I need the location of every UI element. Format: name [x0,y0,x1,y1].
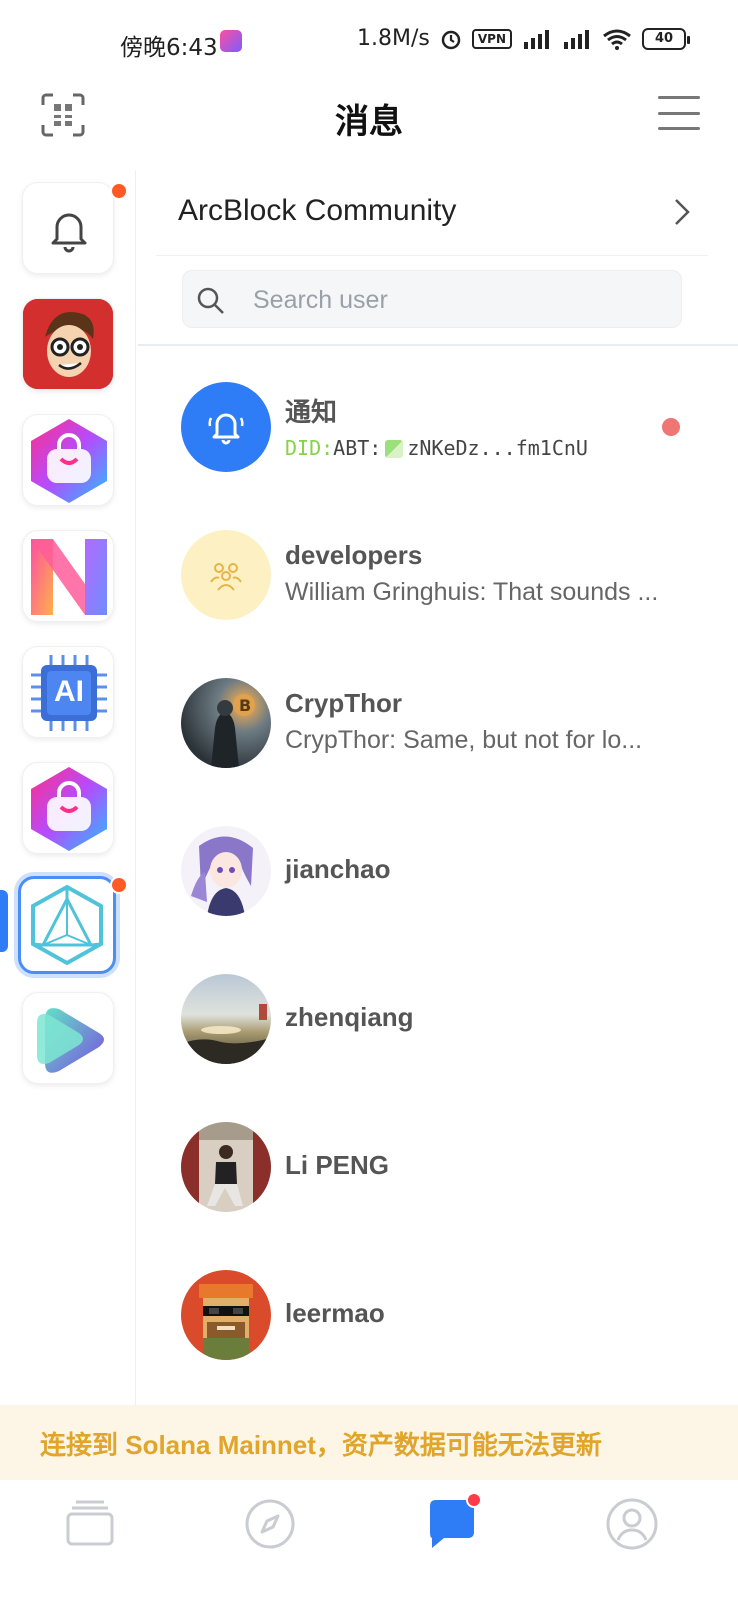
notification-app-icon [220,30,242,52]
group-icon [210,563,242,591]
avatar [181,974,271,1064]
ai-chip-label: AI [54,675,84,708]
chat-item-jianchao[interactable]: jianchao [138,814,738,954]
community-header[interactable]: ArcBlock Community [156,170,708,256]
chat-item-leermao[interactable]: leermao [138,1258,738,1398]
list-divider [138,344,738,346]
chat-name: Li PENG [285,1150,390,1180]
did-address: DID:ABT: zNKeDz...fm1CnU [285,436,695,460]
sidebar-item-cartoon-app[interactable] [22,298,114,390]
avatar [181,826,271,916]
vpn-badge: VPN [471,28,512,49]
chat-name: CrypThor [285,688,402,718]
chat-preview: CrypThor: Same, but not for lo... [285,726,643,754]
sidebar-notification-dot [110,182,128,200]
status-time: 傍晚6:43 [120,35,218,61]
anime-avatar-icon [191,836,253,916]
sidebar-item-shop-app[interactable] [22,414,114,506]
chat-name: jianchao [285,854,391,884]
did-prefix: DID: [285,436,334,460]
status-bar: 傍晚6:43 1.8M/s VPN 40 [0,0,738,84]
wallet-icon [66,1500,114,1546]
chat-name: leermao [285,1298,385,1328]
wifi-icon [603,29,631,50]
did-value: zNKeDz...fm1CnU [407,436,588,460]
avatar [181,1270,271,1360]
bottom-nav [0,1480,738,1600]
bell-icon [51,213,87,253]
search-icon [197,287,224,314]
network-speed: 1.8M/s [357,26,430,51]
chat-item-crypthor[interactable]: B CrypThor CrypThor: Same, but not for l… [138,666,738,806]
active-indicator [0,890,8,952]
person-photo-avatar-icon [181,1122,271,1212]
play-shape-app-icon [37,1008,104,1073]
nav-wallet[interactable] [62,1496,118,1552]
compass-icon [245,1499,295,1549]
svg-text:B: B [239,696,251,715]
avatar [181,530,271,620]
cartoon-avatar-app-icon [23,299,113,389]
arcblock-cube-app-icon [31,884,103,966]
sidebar-item-play-app[interactable] [22,992,114,1084]
alarm-icon [441,30,461,49]
chevron-right-icon [675,199,690,225]
sidebar-item-notifications[interactable] [22,182,114,274]
chat-name: developers [285,540,423,570]
banner-text: 连接到 Solana Mainnet，资产数据可能无法更新 [40,1430,602,1460]
sidebar-item-n-app[interactable] [22,530,114,622]
search-input[interactable] [253,279,663,321]
pixel-avatar-icon [199,1284,253,1360]
nav-profile[interactable] [604,1496,660,1552]
chat-item-li-peng[interactable]: Li PENG [138,1110,738,1250]
signal-icon [524,29,549,49]
chat-name: zhenqiang [285,1002,414,1032]
menu-line [658,111,700,115]
page-title: 消息 [335,103,403,141]
app-header: 消息 [0,84,738,170]
search-box [182,270,682,328]
shopping-bag-app-icon [31,419,107,503]
chat-item-notifications[interactable]: 通知 DID:ABT: zNKeDz...fm1CnU [138,370,738,510]
chat-item-zhenqiang[interactable]: zhenqiang [138,962,738,1102]
chat-preview: William Gringhuis: That sounds ... [285,578,659,606]
chat-name: 通知 [285,397,338,427]
community-name: ArcBlock Community [178,194,457,227]
sidebar-arcblock-dot [110,876,128,894]
battery-indicator: 40 [642,27,690,50]
menu-line [658,96,700,99]
chat-item-developers[interactable]: developers William Gringhuis: That sound… [138,518,738,658]
bell-ring-icon [208,413,244,445]
knight-avatar-icon: B [211,694,255,768]
shopping-bag-app-icon [31,767,107,851]
avatar [181,382,271,472]
did-type: ABT: [333,436,382,460]
did-identicon-icon [385,440,404,458]
avatar: B [181,678,271,768]
n-letter-app-icon [31,539,107,615]
menu-button[interactable] [658,96,700,130]
menu-line [658,127,700,130]
nav-messages-dot [466,1492,482,1508]
landscape-avatar-icon [181,1004,271,1064]
status-indicators: 1.8M/s VPN 40 [357,26,690,51]
network-warning-banner: 连接到 Solana Mainnet，资产数据可能无法更新 [0,1405,738,1480]
sidebar-item-ai-app[interactable]: AI [22,646,114,738]
sidebar-item-shop-app-2[interactable] [22,762,114,854]
signal-icon-2 [564,29,589,49]
sidebar-item-arcblock[interactable] [18,876,116,974]
nav-discover[interactable] [242,1496,298,1552]
app-sidebar: AI [0,170,136,1405]
avatar [181,1122,271,1212]
unread-dot [662,418,680,436]
nav-messages[interactable] [424,1492,482,1552]
profile-icon [606,1498,658,1550]
